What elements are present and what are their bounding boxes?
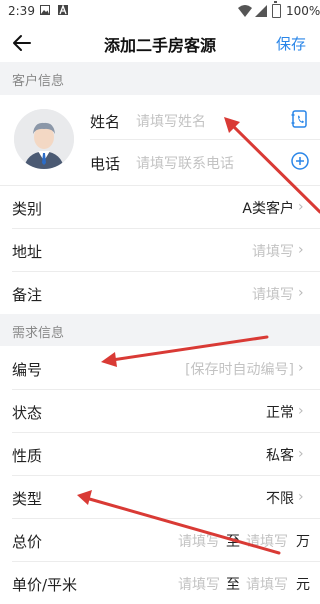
category-value: A类客户 — [242, 201, 294, 217]
range-separator: 至 — [226, 577, 240, 593]
total-price-unit: 万 — [296, 534, 310, 550]
unit-price-max-input[interactable]: 请填写 — [246, 577, 288, 593]
range-separator: 至 — [226, 534, 240, 550]
nature-row[interactable]: 性质 私客 › — [0, 433, 320, 475]
battery-icon — [272, 1, 281, 18]
number-label: 编号 — [12, 361, 43, 379]
save-button[interactable]: 保存 — [276, 33, 306, 54]
chevron-right-icon: › — [298, 242, 304, 258]
contact-book-icon[interactable] — [290, 109, 310, 129]
status-label: 状态 — [12, 404, 43, 422]
unit-price-min-input[interactable]: 请填写 — [178, 577, 220, 593]
number-row: 编号 [保存时自动编号] › — [0, 347, 320, 389]
name-input[interactable]: 请填写姓名 — [136, 111, 206, 131]
unit-price-range: 请填写至请填写元 — [178, 574, 310, 594]
add-circle-icon[interactable] — [290, 151, 310, 171]
profile-divider — [90, 139, 320, 140]
name-label: 姓名 — [90, 113, 121, 131]
total-price-min-input[interactable]: 请填写 — [178, 534, 220, 550]
app-bar: 添加二手房客源 保存 — [0, 24, 320, 62]
address-label: 地址 — [12, 243, 43, 261]
status-value: 正常 — [266, 405, 294, 421]
remark-row[interactable]: 备注 请填写 › — [0, 272, 320, 314]
status-time: 2:39 — [8, 4, 35, 18]
chevron-right-icon: › — [298, 285, 304, 301]
remark-input[interactable]: 请填写 — [252, 284, 294, 304]
category-label: 类别 — [12, 200, 43, 218]
section-label-customer: 客户信息 — [12, 74, 65, 89]
category-row[interactable]: 类别 A类客户 › — [0, 186, 320, 228]
remark-label: 备注 — [12, 286, 43, 304]
chevron-right-icon: › — [298, 360, 304, 376]
address-input[interactable]: 请填写 — [252, 241, 294, 261]
type-label: 类型 — [12, 490, 43, 508]
type-value: 不限 — [266, 491, 294, 507]
section-label-demand: 需求信息 — [12, 326, 65, 341]
chevron-right-icon: › — [298, 489, 304, 505]
phone-label: 电话 — [90, 155, 121, 173]
total-price-max-input[interactable]: 请填写 — [246, 534, 288, 550]
battery-percent: 100% — [286, 4, 320, 18]
address-row[interactable]: 地址 请填写 › — [0, 229, 320, 271]
signal-icon — [255, 5, 267, 20]
nature-label: 性质 — [12, 447, 43, 465]
phone-input[interactable]: 请填写联系电话 — [136, 153, 234, 173]
section-header-customer: 客户信息 — [0, 62, 320, 95]
status-row[interactable]: 状态 正常 › — [0, 390, 320, 432]
unit-price-row: 单价/平米 请填写至请填写元 — [0, 562, 320, 604]
total-price-range: 请填写至请填写万 — [178, 531, 310, 551]
unit-price-unit: 元 — [296, 577, 310, 593]
section-header-demand: 需求信息 — [0, 314, 320, 346]
name-row: 姓名 请填写姓名 — [90, 99, 320, 139]
status-bar: 2:39 100% — [0, 0, 320, 24]
a-icon — [58, 4, 68, 17]
page-title: 添加二手房客源 — [103, 36, 216, 55]
nature-value: 私客 — [266, 448, 294, 464]
profile-block: 姓名 请填写姓名 电话 请填写联系电话 — [0, 95, 320, 185]
chevron-right-icon: › — [298, 403, 304, 419]
chevron-right-icon: › — [298, 446, 304, 462]
image-icon — [40, 5, 50, 17]
number-value: [保存时自动编号] — [185, 362, 294, 378]
type-row[interactable]: 类型 不限 › — [0, 476, 320, 518]
wifi-icon — [238, 5, 252, 20]
total-price-label: 总价 — [12, 533, 43, 551]
total-price-row: 总价 请填写至请填写万 — [0, 519, 320, 561]
chevron-right-icon: › — [298, 199, 304, 215]
phone-row: 电话 请填写联系电话 — [90, 141, 320, 181]
unit-price-label: 单价/平米 — [12, 576, 78, 594]
avatar[interactable] — [14, 109, 74, 169]
